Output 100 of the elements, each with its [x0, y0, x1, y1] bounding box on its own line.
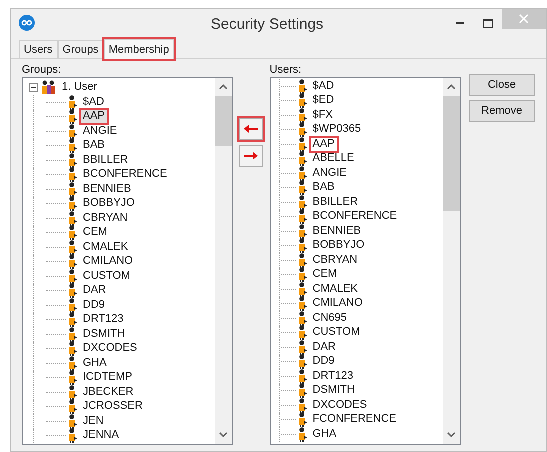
user-icon: [67, 210, 78, 226]
groups-tree[interactable]: 1. User $AD AAP ANGIE BAB BBILLER BCONFERENCE BENNIEB BOBBYJO CBRYAN CEM CMALEK CMILANO CUSTOM DAR DD9 DRT123 DSMITH DXCODES GHA ICDTEMP JBECKER JCROSSER JEN JENNA: [22, 77, 233, 445]
user-name[interactable]: CUSTOM: [310, 326, 362, 340]
user-icon: [67, 152, 78, 168]
left-arrow-icon: [244, 125, 258, 133]
user-icon: [67, 196, 78, 212]
user-icon: [67, 283, 78, 298]
user-name[interactable]: ICDTEMP: [81, 371, 134, 384]
user-icon: [296, 108, 308, 123]
user-icon: [296, 267, 308, 282]
user-name[interactable]: CN695: [310, 312, 350, 325]
add-button[interactable]: [239, 118, 264, 140]
user-name[interactable]: DSMITH: [81, 328, 128, 341]
scroll-up-icon[interactable]: [447, 84, 456, 90]
user-name[interactable]: CEM: [81, 226, 110, 240]
user-icon: [67, 399, 78, 414]
user-name[interactable]: DD9: [310, 355, 337, 368]
user-name[interactable]: $ED: [310, 94, 336, 108]
scroll-up-icon[interactable]: [218, 84, 228, 90]
tab[interactable]: Groups: [58, 40, 104, 58]
dialog-button[interactable]: Close: [469, 74, 535, 96]
user-name[interactable]: BBILLER: [310, 196, 360, 209]
user-icon: [296, 78, 308, 94]
tab[interactable]: Membership: [104, 39, 174, 59]
user-icon: [296, 426, 308, 442]
user-name[interactable]: AAP: [81, 110, 108, 124]
user-icon: [67, 138, 78, 154]
remove-from-group-button[interactable]: [239, 145, 264, 167]
users-list[interactable]: $AD $ED $FX $WP0365 AAP ABELLE ANGIE BAB BBILLER BCONFERENCE BENNIEB BOBBYJO CBRYAN CEM CMALEK CMILANO CN695 CUSTOM DAR DD9 DRT123 DSMITH DXCODES FCONFERENCE GHA: [270, 77, 461, 445]
right-arrow-icon: [244, 152, 258, 160]
user-icon: [67, 298, 78, 313]
user-name[interactable]: BOBBYJO: [81, 197, 137, 210]
scroll-down-icon[interactable]: [447, 432, 456, 438]
user-name[interactable]: BAB: [81, 139, 108, 152]
user-name[interactable]: DXCODES: [81, 342, 140, 356]
user-name[interactable]: CBRYAN: [310, 254, 360, 267]
user-name[interactable]: DSMITH: [310, 384, 357, 398]
user-icon: [67, 182, 78, 197]
user-name[interactable]: DXCODES: [310, 398, 370, 412]
maximize-icon: [483, 18, 493, 28]
group-icon: [41, 80, 57, 95]
user-icon: [296, 368, 308, 384]
user-name[interactable]: BCONFERENCE: [81, 168, 170, 182]
collapse-icon[interactable]: [29, 83, 38, 92]
user-name[interactable]: DAR: [81, 284, 108, 298]
user-name[interactable]: CMILANO: [81, 255, 136, 268]
group-name[interactable]: 1. User: [62, 79, 98, 96]
user-name[interactable]: JCROSSER: [81, 400, 145, 414]
user-name[interactable]: ABELLE: [310, 152, 356, 166]
groups-label: Groups:: [22, 64, 62, 77]
user-name[interactable]: $AD: [310, 80, 336, 93]
user-name[interactable]: JBECKER: [81, 386, 136, 399]
user-icon: [296, 238, 308, 254]
user-name[interactable]: FCONFERENCE: [310, 413, 398, 426]
user-name[interactable]: CEM: [310, 268, 340, 282]
user-name[interactable]: $WP0365: [310, 123, 364, 136]
scrollbar[interactable]: [443, 78, 460, 444]
scroll-thumb[interactable]: [443, 96, 460, 211]
user-icon: [296, 412, 308, 428]
user-name[interactable]: BENNIEB: [310, 224, 364, 238]
user-name[interactable]: GHA: [310, 428, 339, 441]
user-name[interactable]: AAP: [310, 138, 337, 151]
user-icon: [67, 240, 78, 255]
user-icon: [296, 122, 308, 138]
dialog-button[interactable]: Remove: [469, 100, 535, 122]
user-icon: [296, 209, 308, 224]
user-name[interactable]: DAR: [310, 340, 338, 354]
scroll-thumb[interactable]: [214, 96, 232, 146]
user-name[interactable]: DRT123: [310, 370, 356, 383]
tab[interactable]: Users: [19, 40, 58, 58]
user-icon: [67, 167, 78, 182]
user-name[interactable]: ANGIE: [81, 124, 120, 138]
user-name[interactable]: DRT123: [81, 313, 126, 326]
user-name[interactable]: CBRYAN: [81, 212, 130, 225]
user-icon: [67, 384, 78, 400]
user-name[interactable]: DD9: [81, 298, 108, 312]
user-name[interactable]: BBILLER: [81, 154, 130, 167]
user-icon: [67, 326, 78, 342]
user-icon: [296, 136, 308, 152]
user-name[interactable]: $AD: [81, 96, 106, 109]
user-name[interactable]: JEN: [81, 414, 106, 428]
user-name[interactable]: BOBBYJO: [310, 239, 367, 252]
user-name[interactable]: BAB: [310, 181, 337, 194]
user-name[interactable]: CMALEK: [310, 282, 360, 296]
user-name[interactable]: $FX: [310, 108, 335, 122]
user-name[interactable]: CMILANO: [310, 297, 365, 310]
user-icon: [67, 341, 78, 356]
user-name[interactable]: BENNIEB: [81, 182, 134, 196]
user-name[interactable]: ANGIE: [310, 166, 349, 180]
scrollbar[interactable]: [214, 78, 232, 444]
scroll-down-icon[interactable]: [218, 432, 228, 438]
user-icon: [296, 151, 308, 166]
user-icon: [296, 252, 308, 268]
user-name[interactable]: JENNA: [81, 429, 122, 442]
user-name[interactable]: BCONFERENCE: [310, 210, 400, 224]
user-icon: [296, 224, 308, 239]
user-name[interactable]: CMALEK: [81, 240, 130, 254]
user-icon: [67, 414, 78, 429]
user-name[interactable]: GHA: [81, 356, 109, 370]
user-name[interactable]: CUSTOM: [81, 270, 132, 283]
